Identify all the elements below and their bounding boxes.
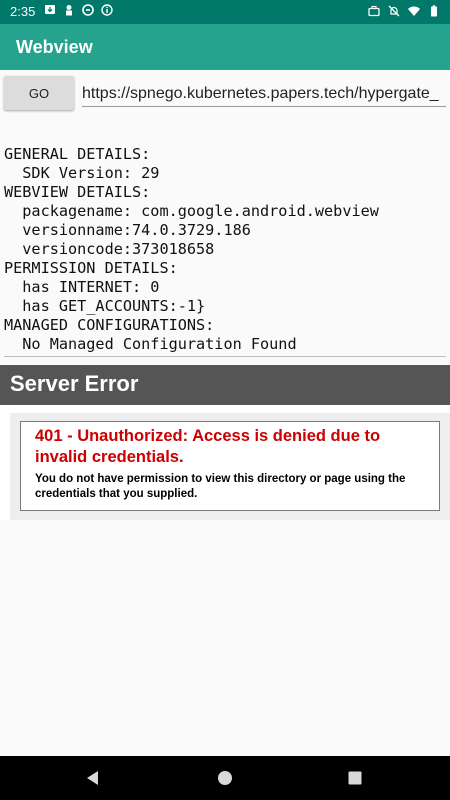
server-error-title: Server Error: [10, 371, 139, 396]
battery-icon: [431, 5, 437, 17]
notifications-off-icon: [388, 5, 400, 17]
status-bar: 2:35: [0, 0, 450, 24]
error-box: 401 - Unauthorized: Access is denied due…: [20, 421, 440, 511]
status-left-icons: [44, 4, 113, 16]
divider: [4, 356, 446, 357]
person-icon: [66, 5, 72, 16]
details-line: WEBVIEW DETAILS:: [4, 183, 151, 201]
sync-icon: [82, 4, 94, 16]
home-icon[interactable]: [216, 769, 234, 787]
error-heading: 401 - Unauthorized: Access is denied due…: [35, 427, 381, 466]
url-input[interactable]: [82, 82, 446, 107]
webview-content[interactable]: Server Error 401 - Unauthorized: Access …: [0, 365, 450, 520]
back-icon[interactable]: [84, 769, 102, 787]
status-right-icons: [368, 5, 440, 17]
details-line: SDK Version: 29: [4, 164, 160, 182]
details-line: versionname:74.0.3729.186: [4, 221, 251, 239]
download-icon: [45, 5, 55, 14]
details-line: has INTERNET: 0: [4, 278, 160, 296]
wifi-icon: [408, 6, 420, 16]
server-error-header: Server Error: [0, 365, 450, 405]
details-line: packagename: com.google.android.webview: [4, 202, 379, 220]
details-line: No Managed Configuration Found: [4, 335, 297, 353]
info-icon: [101, 4, 113, 16]
url-toolbar: GO: [0, 70, 450, 114]
details-line: has GET_ACCOUNTS:-1}: [4, 297, 206, 315]
recents-icon[interactable]: [346, 769, 364, 787]
app-bar: Webview: [0, 24, 450, 70]
details-panel: GENERAL DETAILS: SDK Version: 29 WEBVIEW …: [4, 145, 446, 354]
details-line: versioncode:373018658: [4, 240, 215, 258]
status-time: 2:35: [10, 4, 36, 19]
briefcase-icon: [368, 5, 380, 17]
go-button[interactable]: GO: [4, 76, 74, 110]
details-line: MANAGED CONFIGURATIONS:: [4, 316, 215, 334]
details-line: GENERAL DETAILS:: [4, 145, 151, 163]
navigation-bar: [0, 756, 450, 800]
error-message: You do not have permission to view this …: [35, 473, 406, 500]
app-title: Webview: [16, 37, 93, 57]
details-line: PERMISSION DETAILS:: [4, 259, 178, 277]
